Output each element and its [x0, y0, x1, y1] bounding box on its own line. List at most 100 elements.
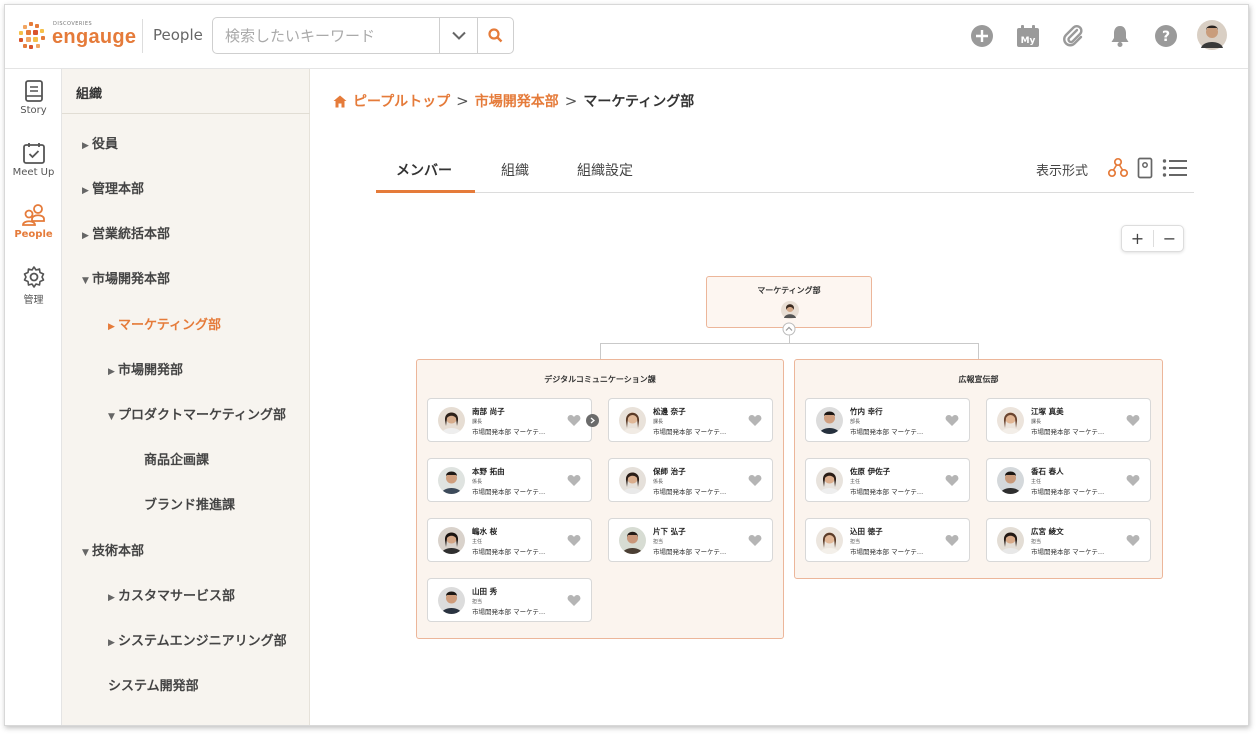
create-button[interactable] — [968, 22, 996, 50]
people-icon — [21, 204, 45, 226]
member-name: 南部 尚子 — [472, 407, 505, 416]
member-avatar — [438, 587, 465, 614]
member-card[interactable]: 山田 秀 担当 市場開発本部 マーケテ... — [427, 578, 592, 622]
member-dept: 市場開発本部 マーケテ... — [1031, 488, 1105, 496]
heart-icon[interactable] — [748, 414, 762, 427]
member-card[interactable]: 南部 尚子 課長 市場開発本部 マーケテ... — [427, 398, 592, 442]
rail-label-meetup: Meet Up — [12, 167, 55, 178]
tree-item-eigyo[interactable]: ▶ 営業統括本部 — [82, 223, 170, 242]
zoom-in-button[interactable]: + — [1122, 226, 1153, 251]
sidebar-heading: 組織 — [62, 69, 310, 114]
member-dept: 市場開発本部 マーケテ... — [1031, 548, 1105, 556]
tree-item-label: カスタマサービス部 — [118, 589, 236, 604]
heart-icon[interactable] — [748, 474, 762, 487]
tab-organization[interactable]: 組織 — [501, 160, 529, 180]
org-tree-sidebar: 組織 ▶ 役員 ▶ 管理本部 ▶ 営業統括本部 ▼ 市場開発本部 ▶ マーケティング部 ▶… — [62, 69, 310, 725]
member-role: 係長 — [653, 479, 664, 485]
engauge-logo[interactable]: DISCOVERIES engauge — [17, 19, 136, 55]
list-view-icon[interactable] — [1162, 158, 1188, 178]
breadcrumb-home-link[interactable]: ピープルトップ — [353, 91, 450, 111]
expand-arrow-icon: ▶ — [108, 322, 115, 332]
tree-item-yakuin[interactable]: ▶ 役員 — [82, 133, 118, 152]
member-card[interactable]: 香石 春人 主任 市場開発本部 マーケテ... — [986, 458, 1151, 502]
heart-icon[interactable] — [567, 534, 581, 547]
zoom-out-button[interactable]: − — [1154, 226, 1185, 251]
tree-item-label: 役員 — [92, 137, 119, 152]
member-dept: 市場開発本部 マーケテ... — [850, 548, 924, 556]
search-options-dropdown[interactable] — [439, 18, 477, 53]
heart-icon[interactable] — [945, 414, 959, 427]
member-role: 担当 — [472, 599, 483, 605]
bell-icon — [1111, 26, 1129, 47]
tree-item-kanri[interactable]: ▶ 管理本部 — [82, 178, 144, 197]
member-dept: 市場開発本部 マーケテ... — [850, 428, 924, 436]
tree-item-label: ブランド推進課 — [144, 498, 236, 513]
member-avatar — [816, 527, 843, 554]
my-calendar-button[interactable]: My — [1014, 22, 1042, 50]
rail-item-admin[interactable]: 管理 — [5, 265, 62, 315]
user-avatar[interactable] — [1196, 19, 1228, 51]
home-icon — [333, 95, 347, 107]
heart-icon[interactable] — [945, 474, 959, 487]
org-chart-view-icon[interactable] — [1107, 157, 1129, 179]
calendar-my-icon: My — [1017, 25, 1039, 47]
member-name: 山田 秀 — [472, 587, 498, 596]
member-card[interactable]: 嶋水 桜 主任 市場開発本部 マーケテ... — [427, 518, 592, 562]
tree-item-system-dev[interactable]: システム開発部 — [108, 675, 199, 694]
calendar-check-icon — [22, 143, 45, 164]
member-dept: 市場開発本部 マーケテ... — [472, 428, 546, 436]
tree-item-product-marketing[interactable]: ▼ プロダクトマーケティング部 — [108, 404, 286, 423]
tree-item-shijo-kaihatsu[interactable]: ▶ 市場開発部 — [108, 359, 183, 378]
rail-item-meetup[interactable]: Meet Up — [5, 141, 62, 191]
search-input[interactable] — [213, 18, 439, 53]
member-card[interactable]: 松邊 奈子 課長 市場開発本部 マーケテ... — [608, 398, 773, 442]
tree-item-brand[interactable]: ブランド推進課 — [144, 494, 235, 513]
heart-icon[interactable] — [1126, 534, 1140, 547]
heart-icon[interactable] — [748, 534, 762, 547]
member-card[interactable]: 込田 徳子 担当 市場開発本部 マーケテ... — [805, 518, 970, 562]
calendar-label: My — [1021, 36, 1036, 46]
member-card[interactable]: 江塚 真美 課長 市場開発本部 マーケテ... — [986, 398, 1151, 442]
tree-item-gijutsu[interactable]: ▼ 技術本部 — [82, 540, 144, 559]
tab-org-settings[interactable]: 組織設定 — [577, 160, 633, 180]
breadcrumb-separator: > — [456, 92, 469, 110]
tree-item-label: 市場開発部 — [118, 363, 184, 378]
plus-circle-icon — [971, 25, 993, 47]
member-card[interactable]: 保師 治子 係長 市場開発本部 マーケテ... — [608, 458, 773, 502]
tree-item-marketing[interactable]: ▶ マーケティング部 — [108, 314, 221, 333]
rail-item-story[interactable]: Story — [5, 79, 62, 129]
member-card[interactable]: 広宮 綾文 担当 市場開発本部 マーケテ... — [986, 518, 1151, 562]
tree-item-shohin-kikaku[interactable]: 商品企画課 — [144, 449, 209, 468]
rail-item-people[interactable]: People — [5, 203, 62, 253]
notifications-button[interactable] — [1106, 22, 1134, 50]
member-avatar — [438, 467, 465, 494]
tab-members[interactable]: メンバー — [396, 160, 452, 180]
heart-icon[interactable] — [1126, 474, 1140, 487]
search-box — [212, 17, 514, 54]
member-role: 課長 — [1031, 419, 1042, 425]
paperclip-icon — [1063, 24, 1083, 47]
member-avatar — [619, 527, 646, 554]
member-name: 竹内 幸行 — [850, 407, 883, 416]
breadcrumb-parent-link[interactable]: 市場開発本部 — [475, 91, 559, 111]
member-card[interactable]: 片下 弘子 担当 市場開発本部 マーケテ... — [608, 518, 773, 562]
heart-icon[interactable] — [567, 594, 581, 607]
heart-icon[interactable] — [567, 474, 581, 487]
heart-icon[interactable] — [945, 534, 959, 547]
attachments-button[interactable] — [1059, 22, 1087, 50]
member-card[interactable]: 竹内 幸行 部長 市場開発本部 マーケテ... — [805, 398, 970, 442]
tree-item-shijo-honbu[interactable]: ▼ 市場開発本部 — [82, 268, 170, 287]
chevron-down-icon — [451, 31, 466, 40]
member-card[interactable]: 本野 拓由 係長 市場開発本部 マーケテ... — [427, 458, 592, 502]
search-button[interactable] — [477, 18, 513, 53]
heart-icon[interactable] — [1126, 414, 1140, 427]
member-role: 課長 — [653, 419, 664, 425]
tree-item-system-engineering[interactable]: ▶ システムエンジニアリング部 — [108, 630, 287, 649]
tree-item-label: システムエンジニアリング部 — [118, 634, 287, 649]
card-view-icon[interactable] — [1137, 157, 1153, 179]
help-button[interactable]: ? — [1152, 22, 1180, 50]
tree-item-customer-service[interactable]: ▶ カスタマサービス部 — [108, 585, 235, 604]
next-member-button[interactable] — [586, 414, 599, 427]
heart-icon[interactable] — [567, 414, 581, 427]
member-card[interactable]: 佐原 伊佐子 主任 市場開発本部 マーケテ... — [805, 458, 970, 502]
